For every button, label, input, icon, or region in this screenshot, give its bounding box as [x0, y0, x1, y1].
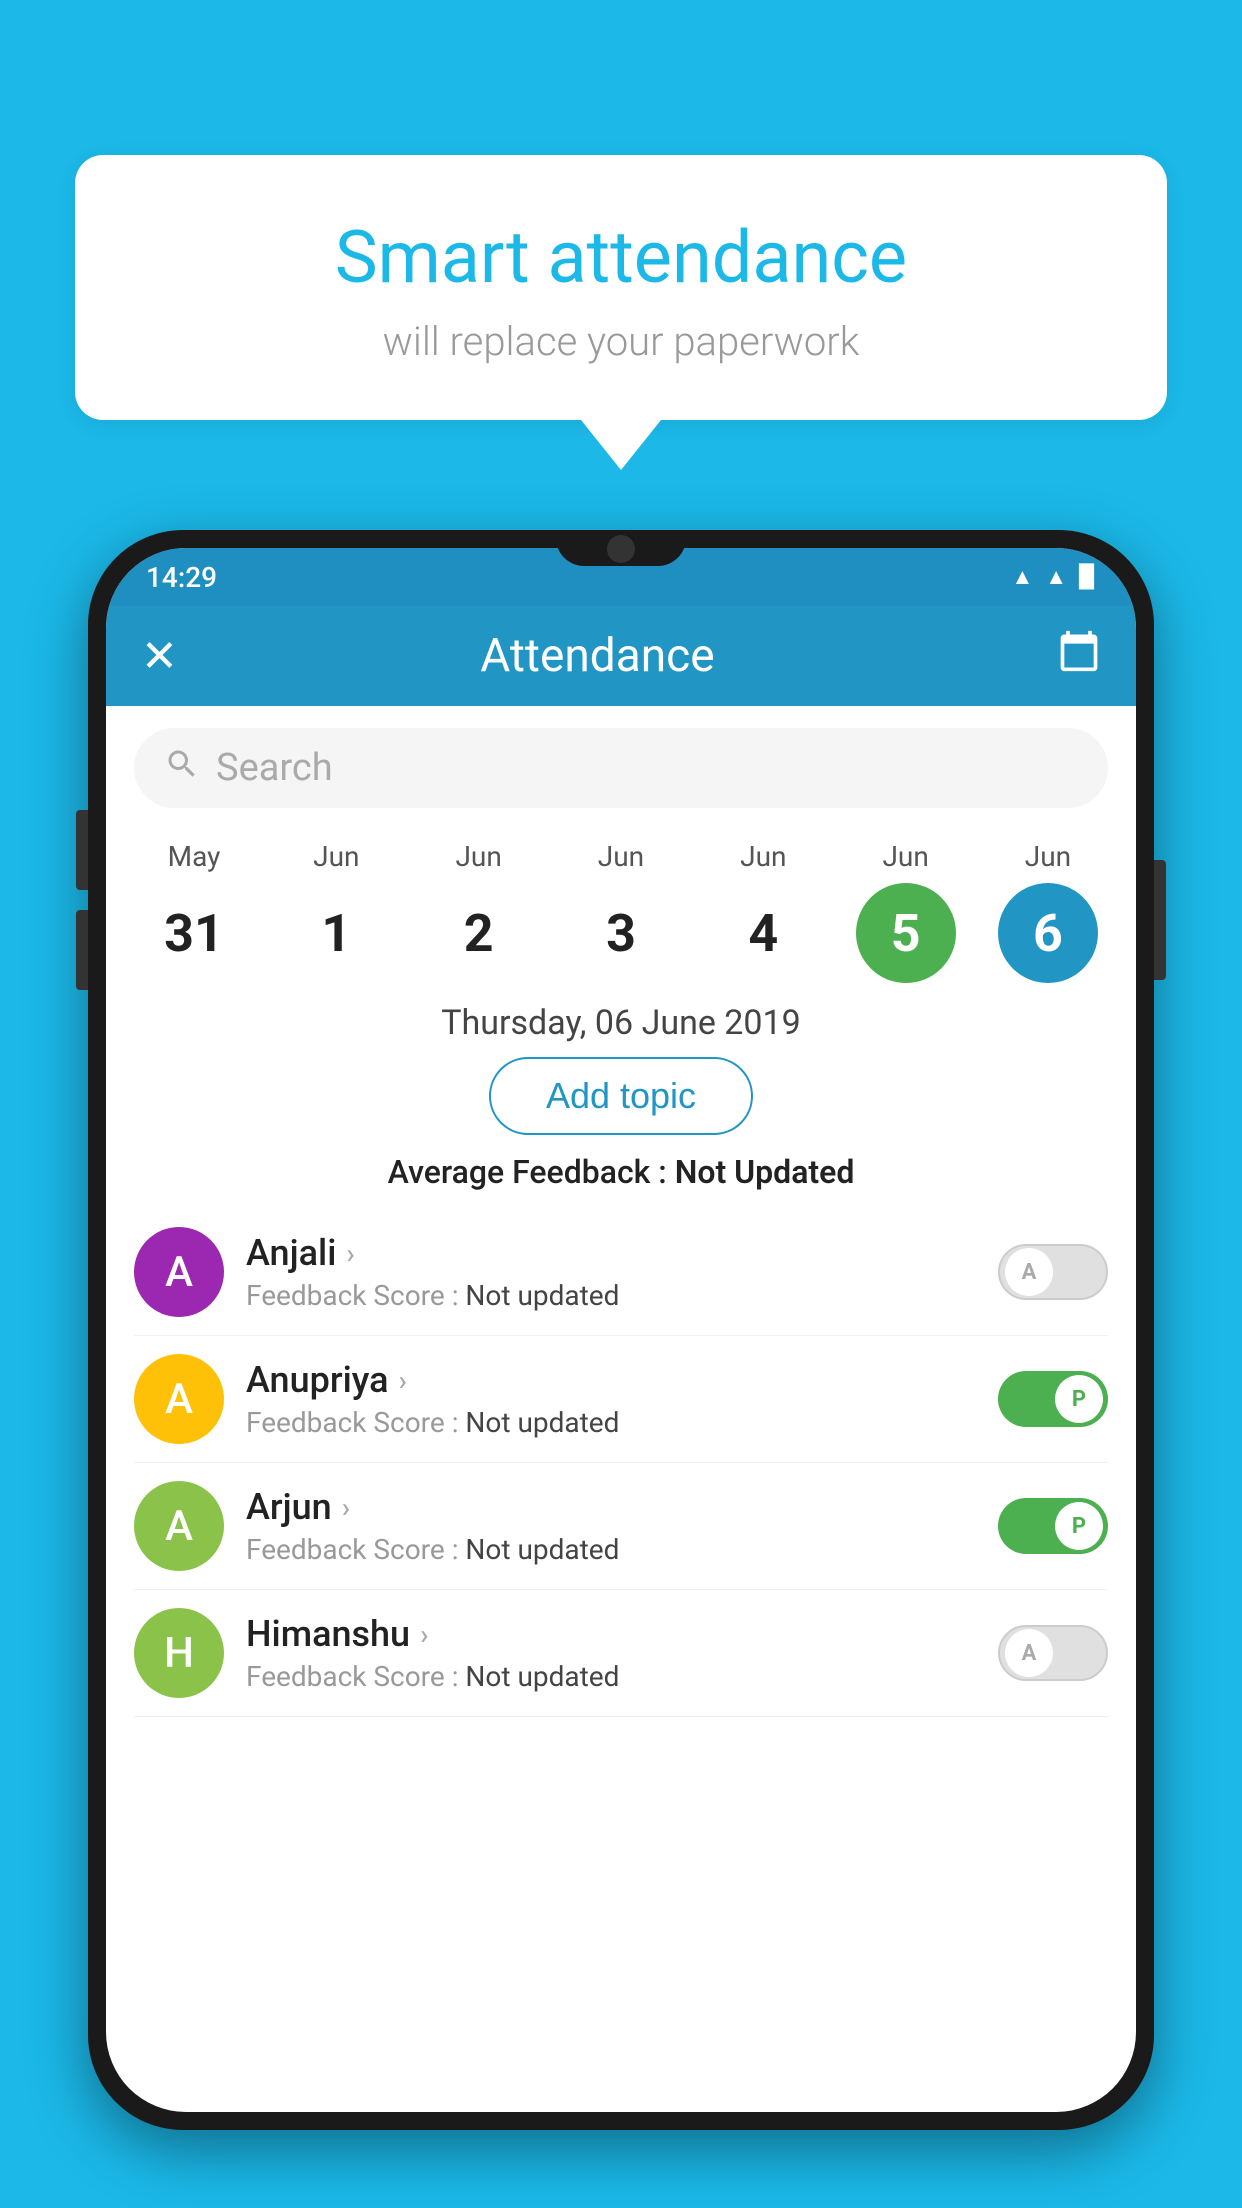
feedback-value: Not updated — [465, 1660, 619, 1693]
attendance-toggle[interactable]: A — [998, 1244, 1108, 1300]
calendar-day[interactable]: Jun 5 — [846, 840, 966, 983]
cal-date-number[interactable]: 1 — [286, 883, 386, 983]
student-avatar: H — [134, 1608, 224, 1698]
avg-feedback-value: Not Updated — [675, 1153, 855, 1191]
avg-feedback: Average Feedback : Not Updated — [106, 1153, 1136, 1209]
student-feedback: Feedback Score : Not updated — [246, 1660, 998, 1693]
cal-month-label: Jun — [882, 840, 928, 873]
toggle-thumb: P — [1055, 1375, 1103, 1423]
calendar-day[interactable]: Jun 2 — [419, 840, 539, 983]
toggle-switch[interactable]: P — [998, 1498, 1108, 1554]
speech-bubble-arrow — [581, 420, 661, 470]
phone-notch — [556, 530, 686, 566]
app-bar-title: Attendance — [138, 629, 1057, 683]
calendar-day[interactable]: May 31 — [134, 840, 254, 983]
speech-bubble-subtitle: will replace your paperwork — [125, 318, 1117, 365]
student-name: Anjali › — [246, 1232, 998, 1274]
student-feedback: Feedback Score : Not updated — [246, 1406, 998, 1439]
status-icons: ▲ ▲ ▉ — [1012, 564, 1096, 590]
student-item[interactable]: H Himanshu › Feedback Score : Not updatedA — [134, 1590, 1108, 1717]
student-info: Anjali › Feedback Score : Not updated — [246, 1232, 998, 1312]
student-list: AAnjali ›Feedback Score : Not updatedAAA… — [106, 1209, 1136, 1717]
student-item[interactable]: AAnjali ›Feedback Score : Not updatedA — [134, 1209, 1108, 1336]
selected-date-label: Thursday, 06 June 2019 — [106, 983, 1136, 1057]
cal-date-number[interactable]: 6 — [998, 883, 1098, 983]
app-bar: ✕ Attendance — [106, 606, 1136, 706]
cal-date-number[interactable]: 2 — [429, 883, 529, 983]
cal-month-label: Jun — [598, 840, 644, 873]
student-avatar: A — [134, 1481, 224, 1571]
chevron-icon: › — [420, 1618, 428, 1651]
student-name: Anupriya › — [246, 1359, 998, 1401]
phone-screen: 14:29 ▲ ▲ ▉ ✕ Attendance — [106, 548, 1136, 2112]
student-feedback: Feedback Score : Not updated — [246, 1533, 998, 1566]
toggle-switch[interactable]: A — [998, 1244, 1108, 1300]
cal-date-number[interactable]: 4 — [713, 883, 813, 983]
attendance-toggle[interactable]: A — [998, 1625, 1108, 1681]
student-feedback: Feedback Score : Not updated — [246, 1279, 998, 1312]
toggle-thumb: P — [1055, 1502, 1103, 1550]
phone-container: 14:29 ▲ ▲ ▉ ✕ Attendance — [88, 530, 1154, 2208]
search-bar[interactable]: Search — [134, 728, 1108, 808]
feedback-value: Not updated — [465, 1406, 619, 1439]
search-icon — [164, 746, 200, 791]
student-item[interactable]: A Anupriya › Feedback Score : Not updated P — [134, 1336, 1108, 1463]
volume-down-button[interactable] — [76, 910, 88, 990]
student-name: Himanshu › — [246, 1613, 998, 1655]
student-avatar: A — [134, 1354, 224, 1444]
cal-date-number[interactable]: 5 — [856, 883, 956, 983]
cal-date-number[interactable]: 3 — [571, 883, 671, 983]
volume-up-button[interactable] — [76, 810, 88, 890]
avg-feedback-label: Average Feedback : — [388, 1153, 675, 1191]
chevron-icon: › — [346, 1237, 354, 1270]
calendar-day[interactable]: Jun 4 — [703, 840, 823, 983]
cal-date-number[interactable]: 31 — [144, 883, 244, 983]
cal-month-label: Jun — [740, 840, 786, 873]
speech-bubble-container: Smart attendance will replace your paper… — [75, 155, 1167, 470]
attendance-toggle[interactable]: P — [998, 1498, 1108, 1554]
phone-frame: 14:29 ▲ ▲ ▉ ✕ Attendance — [88, 530, 1154, 2130]
phone-camera — [607, 535, 635, 563]
cal-month-label: Jun — [313, 840, 359, 873]
student-info: Anupriya › Feedback Score : Not updated — [246, 1359, 998, 1439]
search-placeholder: Search — [216, 746, 333, 790]
student-item[interactable]: A Arjun › Feedback Score : Not updated P — [134, 1463, 1108, 1590]
cal-month-label: Jun — [455, 840, 501, 873]
cal-month-label: May — [168, 840, 221, 873]
add-topic-button[interactable]: Add topic — [489, 1057, 753, 1135]
toggle-switch[interactable]: A — [998, 1625, 1108, 1681]
toggle-thumb: A — [1005, 1629, 1053, 1677]
signal-icon: ▲ — [1045, 564, 1067, 590]
toggle-switch[interactable]: P — [998, 1371, 1108, 1427]
feedback-value: Not updated — [465, 1279, 619, 1312]
student-name: Arjun › — [246, 1486, 998, 1528]
speech-bubble: Smart attendance will replace your paper… — [75, 155, 1167, 420]
feedback-value: Not updated — [465, 1533, 619, 1566]
student-info: Himanshu › Feedback Score : Not updated — [246, 1613, 998, 1693]
calendar-strip: May 31 Jun 1 Jun 2 Jun 3 Jun 4 Jun 5 Jun 6 — [106, 830, 1136, 983]
cal-month-label: Jun — [1025, 840, 1071, 873]
chevron-icon: › — [399, 1364, 407, 1397]
calendar-day[interactable]: Jun 1 — [276, 840, 396, 983]
wifi-icon: ▲ — [1012, 564, 1034, 590]
chevron-icon: › — [342, 1491, 350, 1524]
student-avatar: A — [134, 1227, 224, 1317]
calendar-day[interactable]: Jun 3 — [561, 840, 681, 983]
status-time: 14:29 — [146, 561, 217, 594]
student-info: Arjun › Feedback Score : Not updated — [246, 1486, 998, 1566]
speech-bubble-title: Smart attendance — [125, 215, 1117, 300]
calendar-day[interactable]: Jun 6 — [988, 840, 1108, 983]
calendar-icon[interactable] — [1057, 629, 1101, 684]
power-button[interactable] — [1154, 860, 1166, 980]
attendance-toggle[interactable]: P — [998, 1371, 1108, 1427]
battery-icon: ▉ — [1079, 565, 1096, 590]
toggle-thumb: A — [1005, 1248, 1053, 1296]
